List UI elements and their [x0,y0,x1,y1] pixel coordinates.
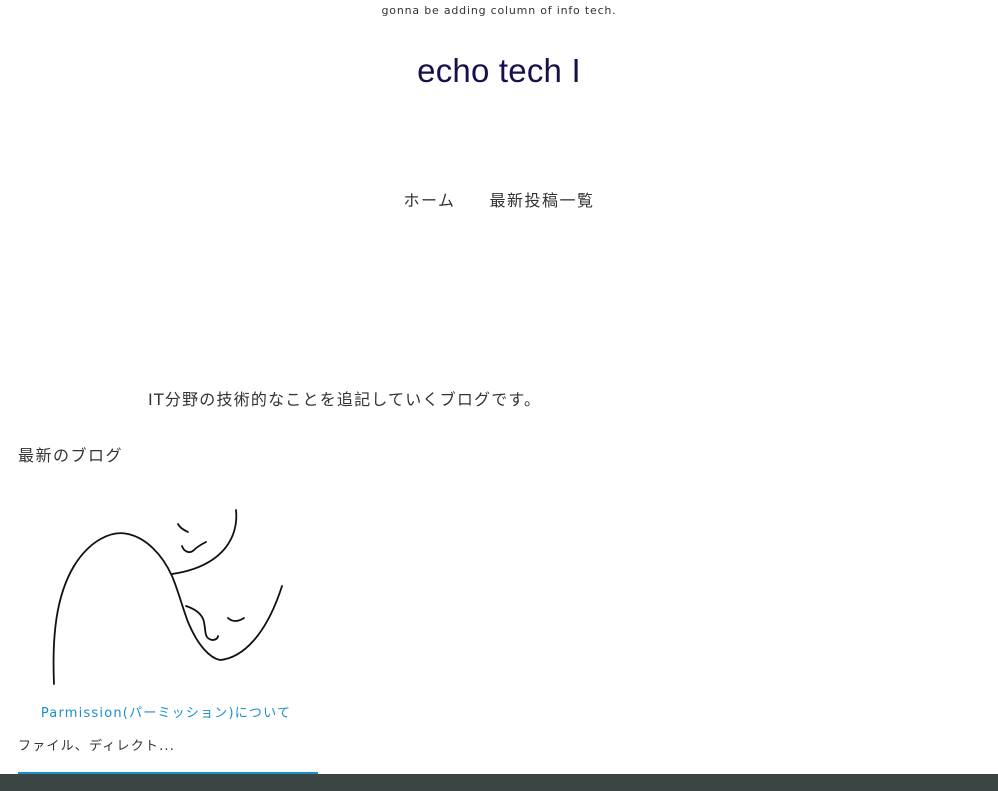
illustration-lower-nose-line [185,605,219,641]
main-nav: ホーム 最新投稿一覧 [0,187,998,211]
nav-item-home[interactable]: ホーム [403,187,455,211]
page: gonna be adding column of info tech. ech… [0,0,998,791]
post-excerpt: ファイル、ディレクト... [18,739,176,754]
post-card[interactable]: Parmission(パーミッション)について ファイル、ディレクト... [16,486,320,774]
illustration-shoulder-line [52,532,283,685]
site-title-link[interactable]: echo tech I [0,52,998,90]
post-thumbnail-illustration[interactable] [16,486,320,696]
post-title-link[interactable]: Parmission(パーミッション)について [16,702,316,721]
latest-blog-heading: 最新のブログ [18,446,124,465]
page-footer [0,774,998,791]
site-tagline: gonna be adding column of info tech. [381,4,617,17]
blog-intro-text: IT分野の技術的なことを追記していくブログです。 [148,390,542,409]
illustration-upper-mouth-line [181,541,207,553]
illustration-lower-eye-line [227,617,245,622]
nav-item-latest-posts[interactable]: 最新投稿一覧 [490,187,595,211]
illustration-upper-eye-line [177,523,189,533]
